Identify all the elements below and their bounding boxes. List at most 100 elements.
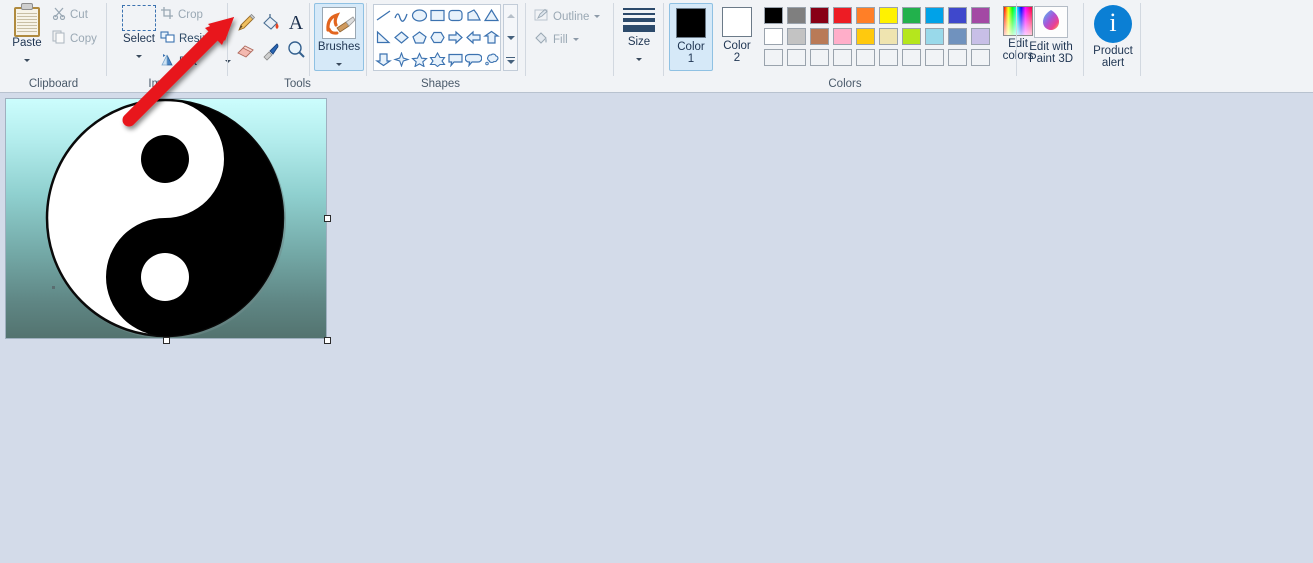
shape-four-point-star[interactable] xyxy=(392,48,410,70)
outline-button[interactable]: Outline xyxy=(534,8,601,25)
palette-cell-r1-c1[interactable] xyxy=(762,5,785,26)
shape-diamond[interactable] xyxy=(392,27,410,49)
shape-six-point-star[interactable] xyxy=(428,48,446,70)
palette-cell-r1-c5[interactable] xyxy=(854,5,877,26)
palette-cell-r2-c6[interactable] xyxy=(877,26,900,47)
palette-cell-r3-c2[interactable] xyxy=(785,47,808,68)
resize-button[interactable]: Resize xyxy=(160,30,214,47)
shape-triangle[interactable] xyxy=(482,5,500,27)
paint-canvas[interactable] xyxy=(5,98,327,339)
palette-cell-r3-c10[interactable] xyxy=(969,47,992,68)
shape-pentagon[interactable] xyxy=(410,27,428,49)
color-2-button[interactable]: Color 2 xyxy=(715,3,759,71)
shape-curve[interactable] xyxy=(392,5,410,27)
shape-line[interactable] xyxy=(374,5,392,27)
palette-cell-r1-c6[interactable] xyxy=(877,5,900,26)
text-tool[interactable]: A xyxy=(285,12,307,34)
shape-right-triangle[interactable] xyxy=(374,27,392,49)
palette-cell-r3-c1[interactable] xyxy=(762,47,785,68)
eraser-tool[interactable] xyxy=(235,39,257,61)
palette-swatch xyxy=(810,49,829,66)
palette-cell-r1-c3[interactable] xyxy=(808,5,831,26)
shape-rectangle[interactable] xyxy=(428,5,446,27)
shapes-scroll-controls[interactable] xyxy=(503,4,518,71)
fill-with-color-tool[interactable] xyxy=(260,12,282,34)
scroll-down-arrow[interactable] xyxy=(504,27,517,49)
palette-cell-r1-c10[interactable] xyxy=(969,5,992,26)
rotate-button[interactable]: Rot xyxy=(160,53,231,70)
group-divider xyxy=(309,3,310,76)
select-dropdown-caret[interactable] xyxy=(136,55,142,58)
palette-cell-r2-c4[interactable] xyxy=(831,26,854,47)
size-dropdown-caret[interactable] xyxy=(636,58,642,61)
brushes-dropdown-caret[interactable] xyxy=(336,63,342,66)
clipboard-icon xyxy=(12,3,42,37)
shape-polygon[interactable] xyxy=(464,5,482,27)
resize-icon xyxy=(160,30,175,47)
selection-handle-bottom-right[interactable] xyxy=(324,337,331,344)
ribbon-group-shapes: Shapes xyxy=(368,0,527,92)
color-1-label-line2: 1 xyxy=(687,53,695,65)
paste-dropdown-caret[interactable] xyxy=(24,59,30,62)
shape-right-arrow[interactable] xyxy=(446,27,464,49)
palette-cell-r3-c5[interactable] xyxy=(854,47,877,68)
palette-cell-r3-c9[interactable] xyxy=(946,47,969,68)
palette-cell-r3-c3[interactable] xyxy=(808,47,831,68)
palette-cell-r2-c1[interactable] xyxy=(762,26,785,47)
palette-swatch xyxy=(902,49,921,66)
palette-cell-r2-c3[interactable] xyxy=(808,26,831,47)
canvas-image-yin-yang[interactable] xyxy=(5,98,327,339)
crop-button[interactable]: Crop xyxy=(160,6,203,23)
magnifier-tool[interactable] xyxy=(285,39,307,61)
fill-button[interactable]: Fill xyxy=(534,31,579,48)
palette-cell-r3-c4[interactable] xyxy=(831,47,854,68)
shapes-gallery[interactable] xyxy=(373,4,501,71)
palette-cell-r1-c9[interactable] xyxy=(946,5,969,26)
shape-up-arrow[interactable] xyxy=(482,27,500,49)
more-shapes-arrow[interactable] xyxy=(504,49,517,71)
palette-cell-r2-c5[interactable] xyxy=(854,26,877,47)
shape-oval[interactable] xyxy=(410,5,428,27)
color-picker-tool[interactable] xyxy=(260,39,282,61)
palette-cell-r1-c4[interactable] xyxy=(831,5,854,26)
paste-button[interactable]: Paste xyxy=(5,3,49,67)
shape-rectangular-callout[interactable] xyxy=(446,48,464,70)
shape-five-point-star[interactable] xyxy=(410,48,428,70)
dashed-rectangle-icon xyxy=(122,5,156,31)
selection-handle-right-middle[interactable] xyxy=(324,215,331,222)
scroll-up-arrow[interactable] xyxy=(504,5,517,27)
palette-cell-r3-c7[interactable] xyxy=(900,47,923,68)
copy-button[interactable]: Copy xyxy=(52,30,97,47)
palette-cell-r1-c7[interactable] xyxy=(900,5,923,26)
pencil-tool[interactable] xyxy=(235,12,257,34)
palette-cell-r3-c8[interactable] xyxy=(923,47,946,68)
cut-button[interactable]: Cut xyxy=(52,6,88,23)
product-alert-button[interactable]: i Product alert xyxy=(1087,3,1139,69)
palette-swatch xyxy=(879,7,898,24)
palette-cell-r2-c10[interactable] xyxy=(969,26,992,47)
palette-cell-r2-c7[interactable] xyxy=(900,26,923,47)
shape-left-arrow[interactable] xyxy=(464,27,482,49)
palette-cell-r1-c8[interactable] xyxy=(923,5,946,26)
select-button[interactable]: Select xyxy=(116,3,162,63)
palette-cell-r1-c2[interactable] xyxy=(785,5,808,26)
color-1-button[interactable]: Color 1 xyxy=(669,3,713,71)
resize-label: Resize xyxy=(179,32,215,45)
palette-cell-r2-c8[interactable] xyxy=(923,26,946,47)
size-button[interactable]: Size xyxy=(616,8,662,66)
palette-cell-r2-c9[interactable] xyxy=(946,26,969,47)
palette-cell-r3-c6[interactable] xyxy=(877,47,900,68)
fill-dropdown-caret[interactable] xyxy=(572,38,579,41)
shape-hexagon[interactable] xyxy=(428,27,446,49)
brushes-button[interactable]: Brushes xyxy=(314,3,364,71)
edit-with-paint3d-button[interactable]: Edit with Paint 3D xyxy=(1021,3,1081,65)
shape-cloud-callout[interactable] xyxy=(482,48,500,70)
color-palette[interactable] xyxy=(762,5,992,68)
shape-down-arrow[interactable] xyxy=(374,48,392,70)
shape-rounded-rectangle[interactable] xyxy=(446,5,464,27)
ribbon-group-size: Size xyxy=(614,0,664,92)
selection-handle-bottom-middle[interactable] xyxy=(163,337,170,344)
palette-cell-r2-c2[interactable] xyxy=(785,26,808,47)
shape-rounded-callout[interactable] xyxy=(464,48,482,70)
outline-dropdown-caret[interactable] xyxy=(594,15,601,18)
